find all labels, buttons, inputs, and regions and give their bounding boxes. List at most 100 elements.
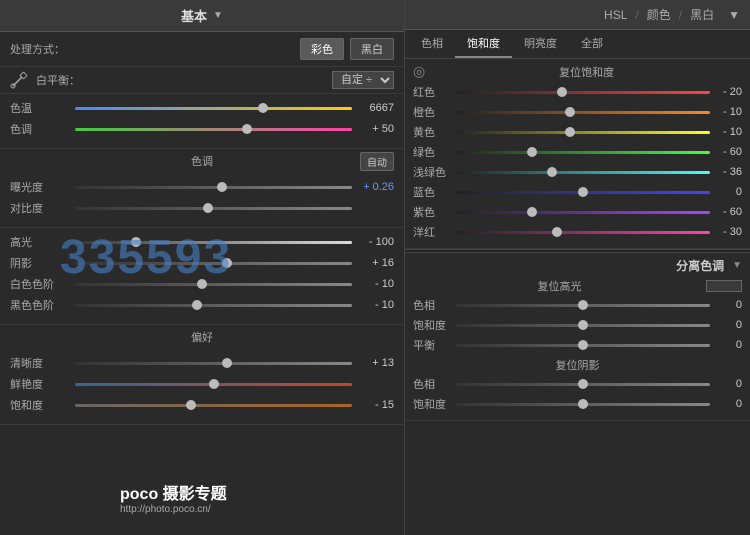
tab-saturation[interactable]: 饱和度 [455,30,512,58]
hsl-row-green: 绿色 - 60 [413,144,742,160]
tab-all[interactable]: 全部 [569,30,615,58]
highlight-color-box[interactable] [706,280,742,292]
slider-row-blacks: 黑色色阶 - 10 [10,297,394,313]
wb-label: 白平衡： [36,72,332,88]
hsl-row-purple: 紫色 - 60 [413,204,742,220]
clarity-label: 清晰度 [10,355,75,371]
blacks-slider[interactable] [75,297,352,313]
hsl-tab[interactable]: HSL [604,8,627,22]
split-tone-section: 分离色调 ▼ 复位高光 色相 0 饱和度 0 [405,253,750,421]
vibrance-label: 鲜艳度 [10,376,75,392]
hl-hue-value: 0 [710,299,742,311]
green-sat-slider[interactable] [455,144,710,160]
hsl-row-aqua: 浅绿色 - 36 [413,164,742,180]
temp-label: 色温 [10,100,75,116]
auto-button[interactable]: 自动 [360,152,394,171]
sh-sat-row: 饱和度 0 [413,396,742,412]
slider-row-clarity: 清晰度 + 13 [10,355,394,371]
contrast-slider[interactable] [75,200,352,216]
saturation-value: - 15 [352,399,394,411]
sh-hue-row: 色相 0 [413,376,742,392]
magenta-sat-slider[interactable] [455,224,710,240]
wb-select[interactable]: 自定 ÷ [332,71,394,89]
exposure-slider[interactable] [75,179,352,195]
slider-row-vibrance: 鲜艳度 [10,376,394,392]
red-label: 红色 [413,84,455,100]
highlight-reset-label: 复位高光 [413,278,706,294]
hl-sat-label: 饱和度 [413,317,455,333]
aqua-sat-slider[interactable] [455,164,710,180]
color-tab[interactable]: 颜色 [647,6,671,23]
left-panel-title: 基本 [181,6,207,25]
hsl-row-orange: 橙色 - 10 [413,104,742,120]
sh-hue-label: 色相 [413,376,455,392]
saturation-label: 饱和度 [10,397,75,413]
right-arrow: ▼ [728,8,740,22]
hl-sat-slider[interactable] [455,317,710,333]
hsl-row-magenta: 洋红 - 30 [413,224,742,240]
sh-hue-slider[interactable] [455,376,710,392]
sep1: / [635,8,638,22]
split-tone-title: 分离色调 [413,257,724,274]
balance-label: 平衡 [413,337,455,353]
blue-sat-slider[interactable] [455,184,710,200]
balance-slider[interactable] [455,337,710,353]
vibrance-slider[interactable] [75,376,352,392]
shadow-value: + 16 [352,257,394,269]
orange-sat-slider[interactable] [455,104,710,120]
slider-row-contrast: 对比度 [10,200,394,216]
hl-hue-label: 色相 [413,297,455,313]
split-tone-arrow: ▼ [732,260,742,271]
purple-sat-slider[interactable] [455,204,710,220]
hl-sat-row: 饱和度 0 [413,317,742,333]
tab-hue[interactable]: 色相 [409,30,455,58]
shadow-reset-label: 复位阴影 [413,357,742,373]
slider-row-exposure: 曝光度 + 0.26 [10,179,394,195]
hl-hue-slider[interactable] [455,297,710,313]
eyedropper-icon [10,71,28,89]
slider-row-tint: 色调 + 50 [10,121,394,137]
highlight-slider[interactable] [75,234,352,250]
hsl-target-icon: ◎ [413,63,425,80]
orange-value: - 10 [710,106,742,118]
bw-tab[interactable]: 黑白 [690,6,714,23]
shadow-label: 阴影 [10,255,75,271]
highlight-value: - 100 [352,236,394,248]
hsl-reset-label: 复位饱和度 [431,64,742,80]
sh-sat-slider[interactable] [455,396,710,412]
contrast-label: 对比度 [10,200,75,216]
saturation-slider[interactable] [75,397,352,413]
hsl-row-blue: 蓝色 0 [413,184,742,200]
red-sat-slider[interactable] [455,84,710,100]
tone-section-title: 色调 自动 [0,149,404,173]
temp-slider[interactable] [75,100,352,116]
exposure-value: + 0.26 [352,181,394,193]
hsl-section: ◎ 复位饱和度 红色 - 20 橙色 - 10 黄色 [405,59,750,249]
pref-sliders: 清晰度 + 13 鲜艳度 饱和度 - 1 [0,349,404,425]
yellow-label: 黄色 [413,124,455,140]
color-mode-button[interactable]: 彩色 [300,38,344,60]
blacks-value: - 10 [352,299,394,311]
yellow-sat-slider[interactable] [455,124,710,140]
magenta-label: 洋红 [413,224,455,240]
aqua-value: - 36 [710,166,742,178]
whites-value: - 10 [352,278,394,290]
slider-row-temp: 色温 6667 [10,100,394,116]
shadow-slider[interactable] [75,255,352,271]
bw-mode-button[interactable]: 黑白 [350,38,394,60]
right-header: HSL / 颜色 / 黑白 ▼ [405,0,750,30]
aqua-label: 浅绿色 [413,164,455,180]
green-label: 绿色 [413,144,455,160]
sh-sat-label: 饱和度 [413,396,455,412]
whites-slider[interactable] [75,276,352,292]
processing-label: 处理方式： [10,41,294,57]
tint-slider[interactable] [75,121,352,137]
highlight-label: 高光 [10,234,75,250]
clarity-slider[interactable] [75,355,352,371]
processing-row: 处理方式： 彩色 黑白 [0,32,404,67]
tab-brightness[interactable]: 明亮度 [512,30,569,58]
tint-value: + 50 [352,123,394,135]
tone-sliders: 曝光度 + 0.26 对比度 [0,173,404,228]
left-panel-header: 基本 ▼ [0,0,404,32]
yellow-value: - 10 [710,126,742,138]
